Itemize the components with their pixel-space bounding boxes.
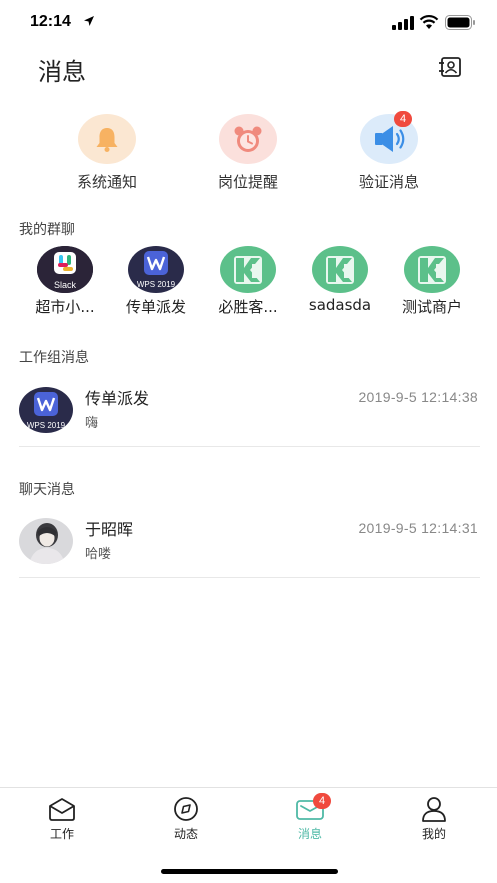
- avatar-caption: Slack: [54, 280, 77, 290]
- tab-label: 动态: [173, 827, 198, 841]
- group-logo-icon: [312, 246, 368, 293]
- wifi-icon: [419, 15, 439, 29]
- system-notice-entry[interactable]: 系统通知: [52, 114, 162, 192]
- message-sender: 传单派发: [85, 389, 150, 408]
- compass-icon: [171, 796, 201, 822]
- group-name: 传单派发: [125, 298, 186, 316]
- tab-messages[interactable]: 4 消息: [270, 793, 350, 842]
- mail-icon: 4: [295, 793, 331, 822]
- signal-icon: [392, 16, 414, 30]
- work-messages-section-title: 工作组消息: [19, 350, 89, 366]
- tab-label: 消息: [297, 827, 322, 841]
- unread-badge: 4: [313, 793, 331, 809]
- message-time: 2019-9-5 12:14:31: [358, 520, 478, 536]
- home-indicator[interactable]: [161, 869, 338, 874]
- unread-badge: 4: [394, 111, 412, 127]
- job-reminder-entry[interactable]: 岗位提醒: [193, 114, 303, 192]
- avatar-caption: WPS 2019: [27, 421, 66, 430]
- page-title: 消息: [38, 58, 86, 86]
- group-name: 超市小...: [35, 298, 95, 316]
- message-row[interactable]: WPS 2019 传单派发 嗨 2019-9-5 12:14:38: [19, 383, 480, 447]
- work-icon: [47, 796, 77, 822]
- status-time: 12:14: [30, 13, 71, 30]
- quick-entry-label: 验证消息: [358, 173, 419, 191]
- group-item[interactable]: 测试商户: [387, 246, 477, 317]
- quick-entry-label: 系统通知: [76, 173, 137, 191]
- tab-label: 我的: [421, 827, 446, 841]
- tab-label: 工作: [49, 827, 74, 841]
- quick-entry-label: 岗位提醒: [217, 173, 278, 191]
- contacts-icon: [439, 57, 461, 77]
- tab-dynamics[interactable]: 动态: [146, 796, 226, 842]
- message-time: 2019-9-5 12:14:38: [358, 389, 478, 405]
- chat-messages-section-title: 聊天消息: [19, 482, 75, 498]
- verify-message-entry[interactable]: 4 验证消息: [334, 111, 444, 192]
- profile-icon: [419, 796, 449, 822]
- group-item[interactable]: Slack 超市小...: [20, 246, 110, 317]
- contacts-button[interactable]: [434, 52, 466, 82]
- status-bar: 12:14: [0, 0, 497, 46]
- group-item[interactable]: 必胜客...: [203, 246, 293, 317]
- location-arrow-icon: [84, 16, 94, 26]
- group-item[interactable]: WPS 2019 传单派发: [111, 246, 201, 317]
- group-name: sadasda: [308, 296, 372, 314]
- group-logo-icon: [404, 246, 460, 293]
- avatar-caption: WPS 2019: [137, 280, 176, 289]
- group-item[interactable]: sadasda: [295, 246, 385, 314]
- tab-mine[interactable]: 我的: [394, 796, 474, 842]
- slack-app-icon: Slack: [37, 246, 93, 293]
- wps-app-icon: WPS 2019: [128, 246, 184, 293]
- group-name: 必胜客...: [218, 298, 278, 316]
- avatar: [19, 518, 73, 564]
- group-logo-icon: [220, 246, 276, 293]
- alarm-clock-icon: [219, 114, 277, 164]
- bell-icon: [78, 114, 136, 164]
- message-row[interactable]: 于昭晖 哈喽 2019-9-5 12:14:31: [19, 514, 480, 578]
- message-preview: 哈喽: [85, 547, 112, 562]
- battery-icon: [445, 15, 475, 30]
- tab-work[interactable]: 工作: [22, 796, 102, 842]
- message-sender: 于昭晖: [85, 520, 134, 539]
- speaker-icon: 4: [360, 111, 418, 164]
- groups-section-title: 我的群聊: [19, 222, 75, 238]
- group-name: 测试商户: [401, 298, 462, 316]
- message-preview: 嗨: [85, 416, 99, 431]
- wps-app-icon: WPS 2019: [19, 387, 73, 433]
